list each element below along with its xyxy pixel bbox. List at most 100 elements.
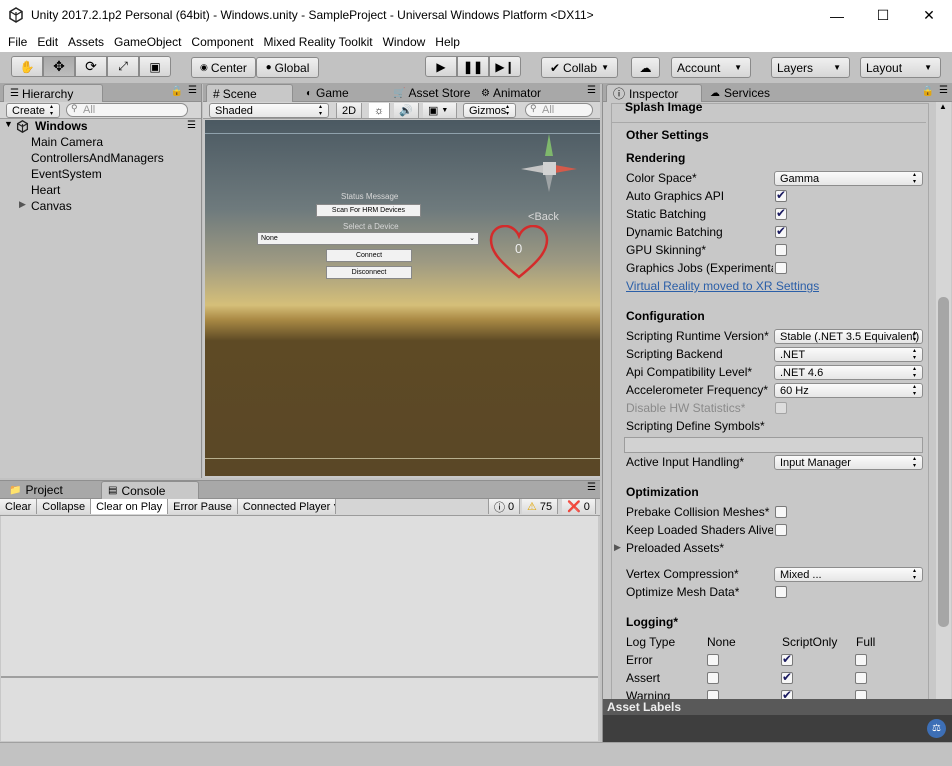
connect-button[interactable]: Connect — [326, 249, 412, 262]
tab-services[interactable]: ☁ Services — [704, 84, 784, 102]
panel-menu-icon[interactable]: ☰ — [587, 85, 596, 96]
error-pause-toggle[interactable]: Error Pause — [168, 499, 238, 514]
hierarchy-search-input[interactable]: All — [66, 103, 188, 117]
connected-player-dropdown[interactable]: Connected Player▼ — [237, 499, 336, 514]
log-error-scriptonly-checkbox[interactable] — [781, 652, 793, 666]
menu-edit[interactable]: Edit — [32, 35, 63, 49]
info-filter-toggle[interactable]: ⓘ 0 — [488, 499, 521, 514]
scan-devices-button[interactable]: Scan For HRM Devices — [316, 204, 421, 217]
scripting-backend-dropdown[interactable]: .NET — [774, 347, 923, 362]
step-button[interactable]: ▶❙ — [489, 56, 521, 77]
console-log-list[interactable] — [1, 516, 598, 676]
error-filter-toggle[interactable]: ❌ 0 — [562, 499, 596, 514]
collapse-button[interactable]: Collapse — [37, 499, 92, 514]
tab-animator[interactable]: ⚙ Animator — [475, 84, 565, 102]
define-symbols-input[interactable] — [624, 437, 923, 453]
dynamic-batching-checkbox[interactable] — [775, 224, 787, 238]
auto-graphics-api-checkbox[interactable] — [775, 188, 787, 202]
color-space-dropdown[interactable]: Gamma — [774, 171, 923, 186]
minimize-button[interactable]: — — [814, 0, 860, 31]
pivot-center-button[interactable]: ◉ Center — [191, 57, 256, 78]
collab-button[interactable]: ✔ Collab ▼ — [541, 57, 618, 78]
accelerometer-frequency-dropdown[interactable]: 60 Hz — [774, 383, 923, 398]
tab-scene[interactable]: # Scene — [206, 84, 293, 102]
gizmo-back-label[interactable]: <Back — [528, 211, 559, 223]
splash-image-header[interactable]: Splash Image — [625, 100, 702, 114]
graphics-jobs-checkbox[interactable] — [775, 262, 787, 274]
scale-tool-button[interactable]: ⤢ — [107, 56, 139, 77]
scene-root-row[interactable]: ▼ Windows ☰ — [0, 119, 201, 135]
vr-settings-link[interactable]: Virtual Reality moved to XR Settings — [626, 279, 819, 293]
menu-mixed-reality-toolkit[interactable]: Mixed Reality Toolkit — [258, 35, 377, 49]
hand-tool-button[interactable]: ✋ — [11, 56, 43, 77]
warning-filter-toggle[interactable]: ⚠ 75 — [522, 499, 559, 514]
shading-mode-dropdown[interactable]: Shaded — [209, 103, 329, 118]
layers-button[interactable]: Layers ▼ — [771, 57, 850, 78]
panel-menu-icon[interactable]: ☰ — [188, 85, 197, 96]
pivot-global-button[interactable]: ● Global — [256, 57, 319, 78]
scrollbar-thumb[interactable] — [938, 297, 949, 627]
effects-dropdown[interactable]: ▣ ▼ — [423, 103, 457, 118]
create-dropdown[interactable]: Create — [6, 103, 60, 118]
play-button[interactable]: ▶ — [425, 56, 457, 77]
other-settings-header[interactable]: Other Settings — [626, 128, 709, 142]
lock-icon[interactable]: 🔒 — [922, 86, 934, 97]
close-button[interactable]: ✕ — [906, 0, 952, 31]
audio-toggle[interactable]: 🔊 — [394, 103, 419, 118]
menu-help[interactable]: Help — [430, 35, 465, 49]
log-assert-full-checkbox[interactable] — [855, 672, 867, 684]
rotate-tool-button[interactable]: ⟳ — [75, 56, 107, 77]
scene-viewport[interactable]: <Back Status Message Scan For HRM Device… — [205, 120, 600, 476]
panel-menu-icon[interactable]: ☰ — [587, 482, 596, 493]
log-warning-full-checkbox[interactable] — [855, 690, 867, 699]
scene-menu-icon[interactable]: ☰ — [187, 120, 196, 131]
log-assert-scriptonly-checkbox[interactable] — [781, 670, 793, 684]
2d-toggle[interactable]: 2D — [336, 103, 363, 118]
log-assert-none-checkbox[interactable] — [707, 672, 719, 684]
log-warning-none-checkbox[interactable] — [707, 690, 719, 699]
gizmos-dropdown[interactable]: Gizmos — [463, 103, 516, 118]
move-tool-button[interactable]: ✥ — [43, 56, 75, 77]
static-batching-checkbox[interactable] — [775, 206, 787, 220]
log-error-full-checkbox[interactable] — [855, 654, 867, 666]
log-error-none-checkbox[interactable] — [707, 654, 719, 666]
api-compatibility-dropdown[interactable]: .NET 4.6 — [774, 365, 923, 380]
disconnect-button[interactable]: Disconnect — [326, 266, 412, 279]
pause-button[interactable]: ❚❚ — [457, 56, 489, 77]
expand-arrow-icon[interactable]: ▶ — [614, 542, 621, 553]
gpu-skinning-checkbox[interactable] — [775, 244, 787, 256]
device-dropdown[interactable]: None ⌄ — [257, 232, 479, 245]
clear-on-play-toggle[interactable]: Clear on Play — [91, 499, 169, 514]
tab-project[interactable]: 📁 Project — [3, 481, 93, 499]
scene-gizmo-icon[interactable] — [516, 126, 581, 196]
tab-asset-store[interactable]: 🛒 Asset Store — [387, 84, 477, 102]
optimize-mesh-checkbox[interactable] — [775, 586, 787, 598]
tab-game[interactable]: ◐ Game — [300, 84, 380, 102]
menu-gameobject[interactable]: GameObject — [109, 35, 186, 49]
menu-assets[interactable]: Assets — [63, 35, 109, 49]
scroll-up-icon[interactable]: ▲ — [939, 102, 947, 111]
hierarchy-item[interactable]: EventSystem — [31, 167, 102, 181]
menu-file[interactable]: File — [3, 35, 32, 49]
lock-icon[interactable]: 🔒 — [171, 86, 183, 97]
log-warning-scriptonly-checkbox[interactable] — [781, 688, 793, 699]
cloud-button[interactable]: ☁ — [631, 57, 660, 78]
hierarchy-item[interactable]: Heart — [31, 183, 60, 197]
menu-window[interactable]: Window — [378, 35, 431, 49]
clear-button[interactable]: Clear — [0, 499, 38, 514]
prebake-collision-checkbox[interactable] — [775, 506, 787, 518]
hierarchy-item[interactable]: Canvas — [31, 199, 72, 213]
account-button[interactable]: Account ▼ — [671, 57, 751, 78]
panel-menu-icon[interactable]: ☰ — [939, 85, 948, 96]
expand-arrow-icon[interactable]: ▼ — [4, 119, 13, 129]
tab-console[interactable]: ▤ Console — [101, 481, 199, 499]
menu-component[interactable]: Component — [186, 35, 258, 49]
vertex-compression-dropdown[interactable]: Mixed ... — [774, 567, 923, 582]
expand-arrow-icon[interactable]: ▶ — [19, 199, 26, 210]
inspector-scrollbar[interactable]: ▲ ▼ — [936, 102, 951, 718]
active-input-dropdown[interactable]: Input Manager — [774, 455, 923, 470]
lighting-toggle[interactable]: ☼ — [369, 103, 391, 118]
hierarchy-item[interactable]: Main Camera — [31, 135, 103, 149]
hierarchy-item[interactable]: ControllersAndManagers — [31, 151, 164, 165]
rect-tool-button[interactable]: ▣ — [139, 56, 171, 77]
